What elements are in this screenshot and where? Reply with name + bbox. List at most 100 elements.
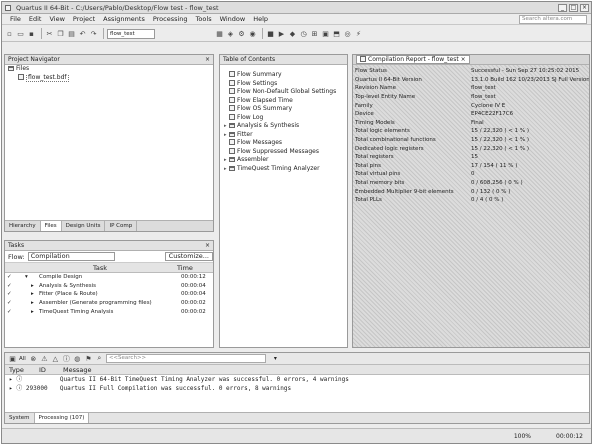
expand-icon[interactable]: ▸ — [9, 376, 13, 383]
summary-row[interactable]: Total memory bits 0 / 608,256 ( 0 % ) — [353, 179, 589, 188]
summary-row[interactable]: Timing Models Final — [353, 119, 589, 128]
tab-hierarchy[interactable]: Hierarchy — [5, 221, 41, 231]
summary-row[interactable]: Dedicated logic registers 15 / 22,320 ( <… — [353, 144, 589, 153]
task-row[interactable]: ✓ ▸ TimeQuest Timing Analysis 00:00:02 — [5, 307, 213, 316]
message-column-header[interactable]: Message — [63, 366, 92, 374]
toc-item[interactable]: ▸ Assembler — [220, 156, 347, 165]
summary-row[interactable]: Device EP4CE22F17C6 — [353, 110, 589, 119]
tab-design-units[interactable]: Design Units — [62, 221, 106, 231]
programmer-icon[interactable]: ⬒ — [332, 29, 341, 38]
flag-icon[interactable]: ⚑ — [84, 354, 93, 363]
new-file-icon[interactable]: ▫ — [5, 29, 14, 38]
expand-icon[interactable]: ▾ — [17, 273, 37, 282]
summary-row[interactable]: Quartus II 64-Bit Version 13.1.0 Build 16… — [353, 76, 589, 85]
chip-planner-icon[interactable]: ▦ — [215, 29, 224, 38]
summary-row[interactable]: Total registers 15 — [353, 153, 589, 162]
message-row[interactable]: ▸ ⓘ 293000 Quartus II Full Compilation wa… — [9, 384, 589, 393]
settings-icon[interactable]: ⚙ — [237, 29, 246, 38]
time-column-header[interactable]: Time — [177, 264, 193, 272]
altera-search-input[interactable]: Search altera.com — [519, 15, 587, 24]
menu-file[interactable]: File — [10, 15, 21, 23]
expand-icon[interactable]: ▸ — [17, 282, 37, 291]
menu-view[interactable]: View — [49, 15, 64, 23]
menu-help[interactable]: Help — [253, 15, 268, 23]
task-row[interactable]: ✓ ▸ Fitter (Place & Route) 00:00:04 — [5, 290, 213, 299]
signaltap-icon[interactable]: ◎ — [343, 29, 352, 38]
stop-icon[interactable]: ■ — [266, 29, 275, 38]
menu-window[interactable]: Window — [220, 15, 246, 23]
panel-close-icon[interactable]: × — [205, 55, 210, 64]
entity-select[interactable]: flow_test — [107, 28, 155, 39]
summary-row[interactable]: Top-level Entity Name flow_test — [353, 93, 589, 102]
undo-icon[interactable]: ↶ — [78, 29, 87, 38]
timing-analyzer-icon[interactable]: ◷ — [299, 29, 308, 38]
toc-item[interactable]: Flow Suppressed Messages — [220, 147, 347, 157]
minimize-button[interactable]: _ — [558, 3, 567, 12]
cut-icon[interactable]: ✂ — [45, 29, 54, 38]
filter-all-icon[interactable]: ▣ — [8, 354, 17, 363]
report-icon[interactable]: ▣ — [321, 29, 330, 38]
tab-compilation-report[interactable]: Compilation Report - flow_test × — [356, 55, 470, 64]
expand-icon[interactable]: ▸ — [17, 299, 37, 308]
suppress-filter-icon[interactable]: ◍ — [73, 354, 82, 363]
summary-row[interactable]: Family Cyclone IV E — [353, 101, 589, 110]
menu-assignments[interactable]: Assignments — [103, 15, 145, 23]
toc-item[interactable]: Flow Log — [220, 113, 347, 123]
error-filter-icon[interactable]: ⊗ — [29, 354, 38, 363]
task-row[interactable]: ✓ ▸ Analysis & Synthesis 00:00:04 — [5, 282, 213, 291]
close-button[interactable]: × — [580, 3, 589, 12]
task-row[interactable]: ✓ ▾ Compile Design 00:00:12 — [5, 273, 213, 282]
tab-system[interactable]: System — [5, 413, 35, 423]
toc-item[interactable]: Flow Non-Default Global Settings — [220, 88, 347, 97]
summary-row[interactable]: Total PLLs 0 / 4 ( 0 % ) — [353, 196, 589, 205]
summary-row[interactable]: Total virtual pins 0 — [353, 170, 589, 179]
tab-ip-components[interactable]: IP Comp — [105, 221, 138, 231]
files-root[interactable]: Files — [5, 65, 213, 74]
toc-item[interactable]: Flow Messages — [220, 139, 347, 148]
summary-row[interactable]: Embedded Multiplier 9-bit elements 0 / 13… — [353, 187, 589, 196]
menu-tools[interactable]: Tools — [196, 15, 212, 23]
paste-icon[interactable]: ▤ — [67, 29, 76, 38]
filter-all-label[interactable]: All — [19, 356, 26, 362]
toc-item[interactable]: Flow OS Summary — [220, 105, 347, 114]
save-icon[interactable]: ▪ — [27, 29, 36, 38]
menu-processing[interactable]: Processing — [153, 15, 188, 23]
copy-icon[interactable]: ❐ — [56, 29, 65, 38]
summary-row[interactable]: Total combinational functions 15 / 22,320… — [353, 136, 589, 145]
maximize-button[interactable]: □ — [569, 3, 578, 12]
toc-item[interactable]: ▸ Analysis & Synthesis — [220, 122, 347, 131]
id-column-header[interactable]: ID — [39, 366, 46, 374]
redo-icon[interactable]: ↷ — [89, 29, 98, 38]
tab-processing[interactable]: Processing (107) — [34, 413, 90, 423]
file-item[interactable]: flow_test.bdf — [5, 73, 213, 83]
pin-planner-icon[interactable]: ◈ — [226, 29, 235, 38]
messages-search-input[interactable]: <<Search>> — [105, 354, 266, 363]
tab-close-icon[interactable]: × — [461, 56, 466, 63]
menu-edit[interactable]: Edit — [29, 15, 42, 23]
toc-item[interactable]: Flow Elapsed Time — [220, 96, 347, 106]
summary-row[interactable]: Flow Status Successful - Sun Sep 27 10:25… — [353, 67, 589, 76]
tab-files[interactable]: Files — [40, 221, 62, 231]
toc-item[interactable]: Flow Summary — [220, 71, 347, 80]
tasks-close-icon[interactable]: × — [205, 241, 210, 250]
toc-item[interactable]: ▸ Fitter — [220, 131, 347, 140]
message-row[interactable]: ▸ ⓘ Quartus II 64-Bit TimeQuest Timing A… — [9, 375, 589, 384]
ip-catalog-icon[interactable]: ◉ — [248, 29, 257, 38]
info-filter-icon[interactable]: ⓘ — [62, 354, 71, 363]
power-analyzer-icon[interactable]: ⚡ — [354, 29, 363, 38]
open-folder-icon[interactable]: ▭ — [16, 29, 25, 38]
summary-row[interactable]: Total logic elements 15 / 22,320 ( < 1 % … — [353, 127, 589, 136]
expand-icon[interactable]: ▸ — [17, 307, 37, 316]
summary-row[interactable]: Total pins 17 / 154 ( 11 % ) — [353, 162, 589, 171]
type-column-header[interactable]: Type — [9, 366, 24, 374]
start-compilation-icon[interactable]: ▶ — [277, 29, 286, 38]
critical-warning-filter-icon[interactable]: ⚠ — [40, 354, 49, 363]
netlist-viewer-icon[interactable]: ⊞ — [310, 29, 319, 38]
menu-project[interactable]: Project — [73, 15, 95, 23]
task-column-header[interactable]: Task — [93, 264, 107, 272]
summary-row[interactable]: Revision Name flow_test — [353, 84, 589, 93]
search-dropdown-icon[interactable]: ▾ — [274, 355, 277, 362]
expand-icon[interactable]: ▸ — [17, 290, 37, 299]
customize-button[interactable]: Customize... — [164, 252, 213, 261]
task-row[interactable]: ✓ ▸ Assembler (Generate programming files)… — [5, 299, 213, 308]
